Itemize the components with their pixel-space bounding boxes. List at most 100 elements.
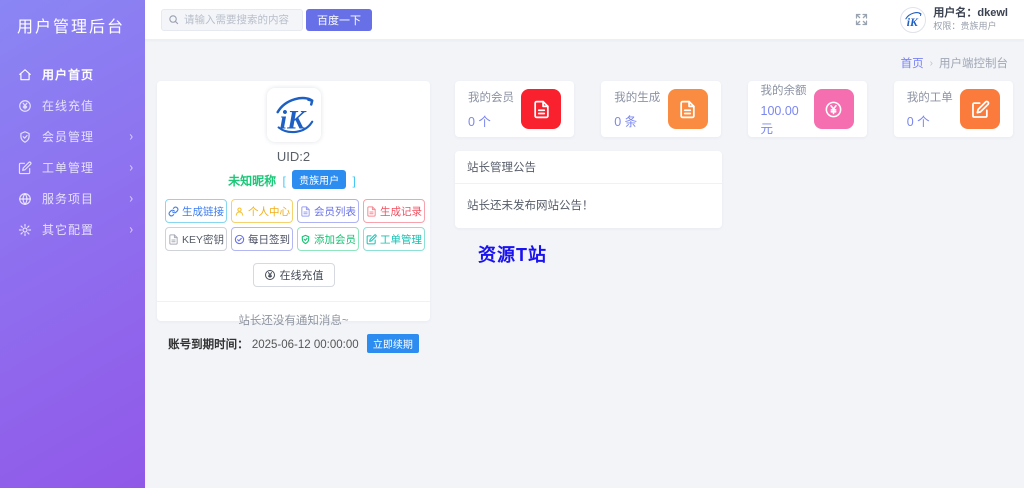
person-icon — [235, 206, 244, 216]
breadcrumb-home-link[interactable]: 首页 — [901, 55, 924, 71]
stat-card-my-members: 我的会员 0 个 — [455, 81, 575, 137]
chevron-right-icon: › — [129, 191, 133, 206]
stat-value: 0 条 — [614, 114, 638, 129]
svg-text:iK: iK — [907, 15, 919, 28]
topbar: 百度一下 iK 用户名：dkewl 权限：贵族用户 — [145, 0, 1024, 40]
stat-label: 我的余额 — [760, 84, 807, 97]
sidebar-item-ticket-management[interactable]: 工单管理 › — [0, 152, 145, 183]
sidebar-item-label: 会员管理 — [42, 130, 95, 144]
stat-value: 0 个 — [906, 114, 930, 129]
document-icon — [521, 89, 562, 129]
sidebar-item-label: 服务项目 — [42, 192, 95, 206]
document-icon — [301, 205, 310, 217]
admin-notice-text: 站长还没有通知消息~ — [238, 315, 349, 327]
breadcrumb-separator: › — [929, 57, 933, 69]
avatar: iK — [900, 6, 927, 33]
sidebar-menu: 用户首页 在线充值 会员管理 › 工单管理 › 服务项目 › 其它配置 › — [0, 59, 145, 245]
ticket-management-button[interactable]: 工单管理 — [363, 227, 426, 251]
watermark-text: 资源T站 — [478, 245, 547, 265]
shield-check-icon — [18, 130, 32, 144]
expire-label: 账号到期时间： — [168, 339, 249, 351]
shield-check-icon — [301, 234, 310, 244]
key-secret-button[interactable]: KEY密钥 — [165, 227, 228, 251]
sidebar-item-label: 工单管理 — [42, 161, 95, 175]
sidebar-item-other-settings[interactable]: 其它配置 › — [0, 214, 145, 245]
expire-value: 2025-06-12 00:00:00 — [251, 339, 359, 351]
role-badge: 贵族用户 — [292, 170, 347, 189]
yen-circle-icon — [814, 89, 854, 129]
chevron-right-icon: › — [129, 222, 133, 237]
username: 用户名：dkewl — [933, 7, 1008, 19]
quick-actions: 生成链接 个人中心 会员列表 生成记录 KEY密钥 每日签到 添加会员 工单管理 — [165, 199, 426, 251]
sidebar-item-service-items[interactable]: 服务项目 › — [0, 183, 145, 214]
daily-checkin-button[interactable]: 每日签到 — [231, 227, 294, 251]
chevron-right-icon: › — [129, 160, 133, 175]
stats-row: 我的会员 0 个 我的生成 0 条 我的余额 100.00 元 我的工单 0 个 — [455, 81, 1013, 137]
yen-circle-icon — [264, 270, 275, 280]
nickname-row: 未知昵称 [ 贵族用户 ] — [157, 170, 430, 189]
chevron-right-icon: › — [129, 129, 133, 144]
account-expire-row: 账号到期时间： 2025-06-12 00:00:00 立即续期 — [157, 334, 430, 353]
search-icon — [169, 15, 179, 25]
document-edit-icon — [18, 161, 32, 175]
renew-now-button[interactable]: 立即续期 — [366, 334, 419, 353]
sidebar-item-label: 在线充值 — [42, 99, 95, 113]
right-column: 我的会员 0 个 我的生成 0 条 我的余额 100.00 元 我的工单 0 个… — [455, 81, 1013, 321]
home-icon — [18, 68, 32, 82]
search-box — [161, 8, 303, 31]
generate-link-button[interactable]: 生成链接 — [165, 199, 228, 223]
nickname: 未知昵称 — [228, 174, 277, 188]
sidebar-item-user-home[interactable]: 用户首页 — [0, 59, 145, 90]
breadcrumb-current: 用户端控制台 — [939, 58, 1008, 70]
user-menu[interactable]: iK 用户名：dkewl 权限：贵族用户 — [900, 6, 1008, 33]
stat-label: 我的生成 — [614, 91, 661, 104]
uid-text: UID:2 — [276, 149, 311, 164]
search-button[interactable]: 百度一下 — [306, 8, 372, 31]
announcement-title: 站长管理公告 — [455, 151, 722, 184]
fullscreen-icon[interactable] — [854, 12, 870, 28]
user-role: 权限：贵族用户 — [933, 20, 997, 31]
online-recharge-button[interactable]: 在线充值 — [252, 263, 335, 287]
stat-card-my-tickets: 我的工单 0 个 — [893, 81, 1013, 137]
svg-text:iK: iK — [279, 104, 306, 134]
gear-icon — [18, 223, 32, 237]
link-icon — [168, 206, 179, 216]
member-list-button[interactable]: 会员列表 — [297, 199, 360, 223]
app-root: 用户管理后台 用户首页 在线充值 会员管理 › 工单管理 › 服务项目 › 其它… — [0, 0, 1024, 488]
document-icon — [667, 89, 708, 129]
dashboard-grid: iK UID:2 未知昵称 [ 贵族用户 ] 生成链接 个人中心 会员列表 生成… — [145, 71, 1024, 353]
sidebar-item-label: 其它配置 — [42, 223, 95, 237]
stat-label: 我的会员 — [468, 91, 514, 104]
stat-value: 100.00 元 — [760, 103, 799, 136]
check-circle-icon — [234, 234, 245, 244]
site-logo: iK — [266, 88, 321, 142]
document-icon — [367, 205, 376, 217]
profile-card: iK UID:2 未知昵称 [ 贵族用户 ] 生成链接 个人中心 会员列表 生成… — [157, 81, 430, 353]
stat-value: 0 个 — [468, 114, 491, 129]
document-icon — [169, 233, 178, 245]
content: 首页 › 用户端控制台 iK UID:2 未知昵称 [ 贵族用户 ] 生成链接 … — [145, 40, 1024, 488]
bracket-close: ] — [352, 174, 356, 188]
document-edit-icon — [960, 89, 1000, 129]
announcement-card: 站长管理公告 站长还未发布网站公告！ — [455, 151, 722, 228]
user-meta: 用户名：dkewl 权限：贵族用户 — [933, 7, 1008, 32]
stat-card-my-generated: 我的生成 0 条 — [601, 81, 721, 137]
globe-icon — [18, 192, 32, 206]
stat-label: 我的工单 — [906, 91, 953, 104]
sidebar-item-label: 用户首页 — [42, 68, 95, 82]
breadcrumb: 首页 › 用户端控制台 — [145, 40, 1024, 71]
document-edit-icon — [366, 233, 377, 244]
add-member-button[interactable]: 添加会员 — [297, 227, 360, 251]
announcement-body: 站长还未发布网站公告！ — [467, 200, 594, 212]
search-input[interactable] — [184, 13, 296, 26]
sidebar-item-online-recharge[interactable]: 在线充值 — [0, 90, 145, 121]
app-title: 用户管理后台 — [17, 19, 126, 36]
stat-card-my-balance: 我的余额 100.00 元 — [747, 81, 867, 137]
bracket-open: [ — [282, 174, 286, 188]
main-area: 百度一下 iK 用户名：dkewl 权限：贵族用户 首页 › 用户端控制台 — [145, 0, 1024, 488]
sidebar-item-member-management[interactable]: 会员管理 › — [0, 121, 145, 152]
generate-records-button[interactable]: 生成记录 — [363, 199, 426, 223]
personal-center-button[interactable]: 个人中心 — [231, 199, 294, 223]
sidebar: 用户管理后台 用户首页 在线充值 会员管理 › 工单管理 › 服务项目 › 其它… — [0, 0, 145, 488]
divider — [157, 301, 430, 302]
